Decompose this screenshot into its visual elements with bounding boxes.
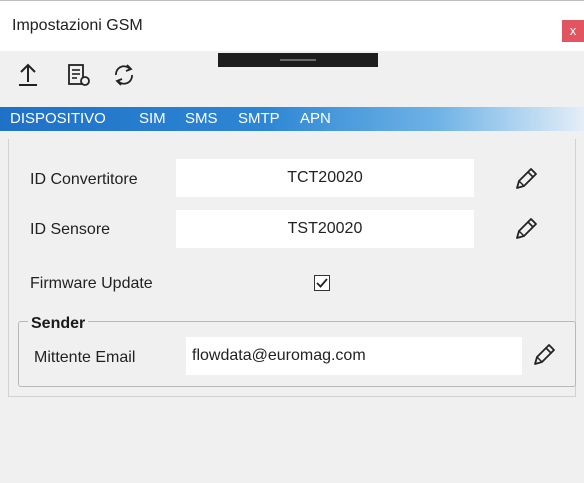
gsm-settings-window: Impostazioni GSM x DISPOSITIVO SIM SMS S	[0, 0, 584, 483]
tab-smtp[interactable]: SMTP	[238, 110, 280, 127]
sender-email-field[interactable]: flowdata@euromag.com	[186, 337, 522, 375]
window-title: Impostazioni GSM	[12, 17, 143, 34]
firmware-update-label: Firmware Update	[30, 275, 153, 292]
tab-bar: DISPOSITIVO SIM SMS SMTP APN	[0, 107, 584, 131]
tab-sms[interactable]: SMS	[185, 110, 218, 127]
edit-converter-id-pencil-icon[interactable]	[512, 165, 540, 193]
refresh-icon[interactable]	[110, 61, 138, 89]
checkmark-icon	[316, 278, 328, 288]
dispositivo-panel: ID Convertitore TCT20020 ID Sensore TST2…	[0, 131, 584, 483]
converter-id-field[interactable]: TCT20020	[176, 159, 474, 197]
edit-sensor-id-pencil-icon[interactable]	[512, 215, 540, 243]
close-button[interactable]: x	[562, 20, 584, 42]
tab-dispositivo[interactable]: DISPOSITIVO	[10, 110, 106, 127]
sensor-id-field[interactable]: TST20020	[176, 210, 474, 248]
title-bar: Impostazioni GSM x	[0, 1, 584, 51]
drag-handle[interactable]	[218, 53, 378, 67]
sensor-id-label: ID Sensore	[30, 221, 111, 238]
firmware-update-checkbox[interactable]	[314, 275, 330, 291]
converter-id-label: ID Convertitore	[30, 171, 138, 188]
sender-legend: Sender	[28, 315, 89, 333]
tab-apn[interactable]: APN	[300, 110, 331, 127]
edit-sender-email-pencil-icon[interactable]	[530, 341, 558, 369]
sender-email-label: Mittente Email	[34, 349, 136, 366]
form-settings-icon[interactable]	[66, 61, 94, 89]
grip-line	[280, 59, 316, 61]
upload-icon[interactable]	[14, 61, 42, 89]
tab-sim[interactable]: SIM	[139, 110, 166, 127]
